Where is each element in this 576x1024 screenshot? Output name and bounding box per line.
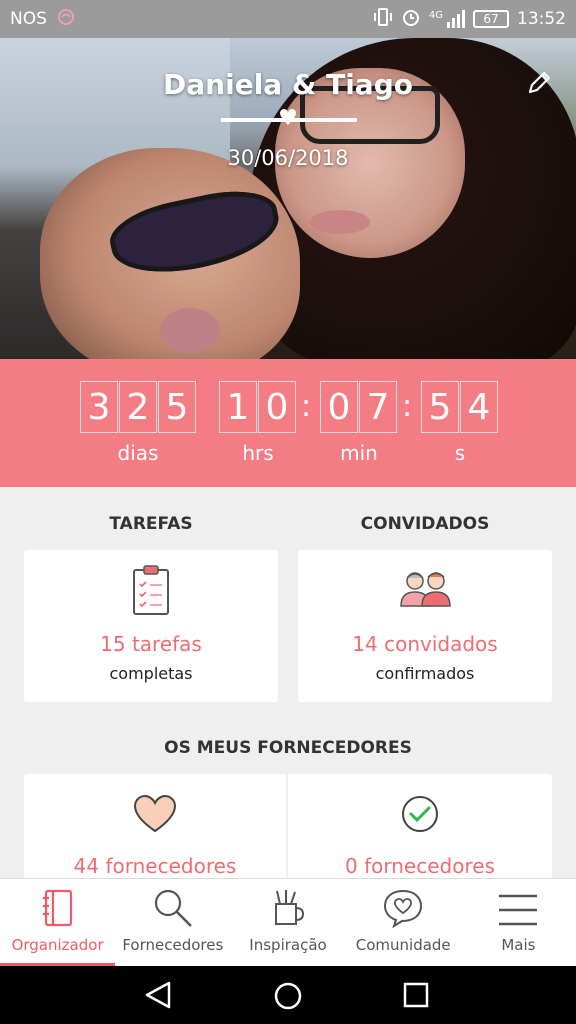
back-icon[interactable] — [143, 980, 175, 1010]
digit: 1 — [219, 381, 257, 433]
digit: 0 — [320, 381, 358, 433]
guests-status: confirmados — [375, 664, 475, 683]
countdown-seconds: 5 4 — [421, 381, 499, 433]
nav-inspiracao[interactable]: Inspiração — [230, 879, 345, 966]
alarm-icon — [401, 8, 421, 31]
guests-title: CONVIDADOS — [360, 514, 490, 534]
hours-label: hrs — [242, 441, 274, 465]
colon-separator: : — [301, 389, 312, 424]
countdown-minutes: 0 7 — [320, 381, 398, 433]
edit-pencil-icon[interactable] — [524, 68, 554, 98]
digit: 2 — [119, 381, 157, 433]
countdown-banner: 3 2 5 1 0 : 0 7 : 5 4 dias hrs min s — [0, 359, 576, 487]
heart-outline-icon — [133, 794, 177, 838]
digit: 5 — [158, 381, 196, 433]
signal-icon: 4G — [429, 10, 465, 28]
nav-label: Organizador — [11, 936, 104, 954]
nav-comunidade[interactable]: Comunidade — [346, 879, 461, 966]
vendors-favorites-card[interactable]: 44 fornecedores — [24, 774, 286, 894]
battery-icon: 67 — [473, 10, 509, 28]
check-circle-icon — [400, 794, 440, 838]
hired-vendors-count: 0 fornecedores — [345, 854, 495, 878]
digit: 7 — [359, 381, 397, 433]
nav-label: Inspiração — [249, 936, 327, 954]
tasks-card[interactable]: 15 tarefas completas — [24, 550, 278, 702]
tasks-status: completas — [109, 664, 193, 683]
tasks-title: TAREFAS — [109, 514, 193, 534]
heart-icon: ♥ — [278, 106, 298, 131]
status-right: 4G 67 13:52 — [373, 7, 566, 31]
vendors-hired-card[interactable]: 0 fornecedores — [288, 774, 552, 894]
digit: 5 — [421, 381, 459, 433]
notebook-icon — [42, 889, 72, 927]
battery-level: 67 — [483, 12, 499, 26]
bottom-navigation: Organizador Fornecedores Inspiração Comu… — [0, 878, 576, 966]
digit: 3 — [80, 381, 118, 433]
nav-mais[interactable]: Mais — [461, 879, 576, 966]
guests-card[interactable]: 14 convidados confirmados — [298, 550, 552, 702]
guests-couple-icon — [398, 570, 452, 612]
digit: 0 — [258, 381, 296, 433]
favorite-vendors-count: 44 fornecedores — [73, 854, 237, 878]
nav-label: Fornecedores — [122, 936, 224, 954]
minutes-label: min — [340, 441, 378, 465]
clock: 13:52 — [517, 9, 566, 29]
app-notification-icon — [55, 8, 77, 31]
wedding-date: 30/06/2018 — [227, 146, 349, 170]
search-icon — [154, 889, 192, 927]
status-bar: NOS 4G 67 13:52 — [0, 0, 576, 38]
nav-label: Comunidade — [355, 936, 451, 954]
countdown-hours: 1 0 — [219, 381, 297, 433]
nav-label: Mais — [501, 936, 536, 954]
recents-icon[interactable] — [402, 981, 430, 1009]
days-label: dias — [117, 441, 159, 465]
vendors-title: OS MEUS FORNECEDORES — [164, 738, 412, 758]
carrier-group: NOS — [10, 8, 77, 31]
countdown-days: 3 2 5 — [80, 381, 197, 433]
tasks-count: 15 tarefas — [100, 632, 202, 656]
network-type: 4G — [428, 10, 443, 21]
seconds-label: s — [454, 441, 466, 465]
colon-separator: : — [402, 389, 413, 424]
couple-names: Daniela & Tiago — [163, 68, 413, 101]
system-navigation-bar — [0, 966, 576, 1024]
nav-organizador[interactable]: Organizador — [0, 879, 116, 966]
menu-icon — [499, 894, 538, 926]
guests-count: 14 convidados — [352, 632, 498, 656]
chat-heart-icon — [384, 889, 423, 928]
nav-fornecedores[interactable]: Fornecedores — [115, 879, 230, 966]
couple-photo-header[interactable]: Daniela & Tiago ♥ 30/06/2018 — [0, 38, 576, 359]
clipboard-checklist-icon — [132, 564, 170, 620]
carrier-label: NOS — [10, 9, 47, 29]
home-icon[interactable] — [272, 980, 304, 1012]
vibrate-icon — [373, 7, 393, 31]
digit: 4 — [460, 381, 498, 433]
pencil-cup-icon — [275, 890, 305, 925]
